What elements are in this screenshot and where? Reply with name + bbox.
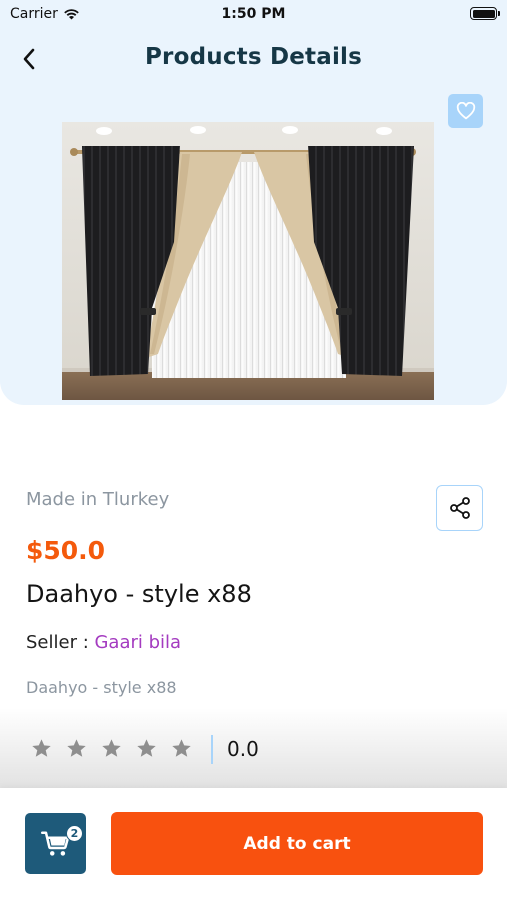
seller-name-link[interactable]: Gaari bila — [94, 632, 181, 653]
rating-value: 0.0 — [227, 737, 259, 761]
star-icon[interactable] — [65, 737, 88, 760]
status-time: 1:50 PM — [221, 6, 286, 22]
star-icon[interactable] — [170, 737, 193, 760]
star-icon[interactable] — [135, 737, 158, 760]
add-to-cart-button[interactable]: Add to cart — [111, 812, 483, 875]
product-origin: Made in Tlurkey — [26, 489, 170, 510]
star-icon[interactable] — [30, 737, 53, 760]
seller-row: Seller : Gaari bila — [26, 632, 181, 653]
share-icon — [449, 497, 470, 519]
product-name: Daahyo - style x88 — [26, 580, 252, 608]
status-bar: Carrier 1:50 PM — [0, 0, 507, 30]
page-title: Products Details — [144, 44, 363, 70]
cart-button[interactable] — [25, 813, 86, 874]
rating-divider — [211, 735, 213, 764]
seller-label: Seller : — [26, 632, 95, 653]
share-button[interactable] — [436, 485, 483, 531]
product-photo-curtains — [62, 122, 434, 400]
heart-outline-icon — [456, 102, 475, 120]
product-image[interactable] — [62, 122, 434, 400]
favorite-button[interactable] — [448, 94, 483, 128]
product-subtitle: Daahyo - style x88 — [26, 678, 177, 697]
cart-count-badge: 2 — [66, 825, 83, 842]
rating-stars[interactable] — [30, 737, 193, 760]
battery-icon — [470, 7, 500, 20]
star-icon[interactable] — [100, 737, 123, 760]
product-price: $50.0 — [26, 536, 106, 565]
